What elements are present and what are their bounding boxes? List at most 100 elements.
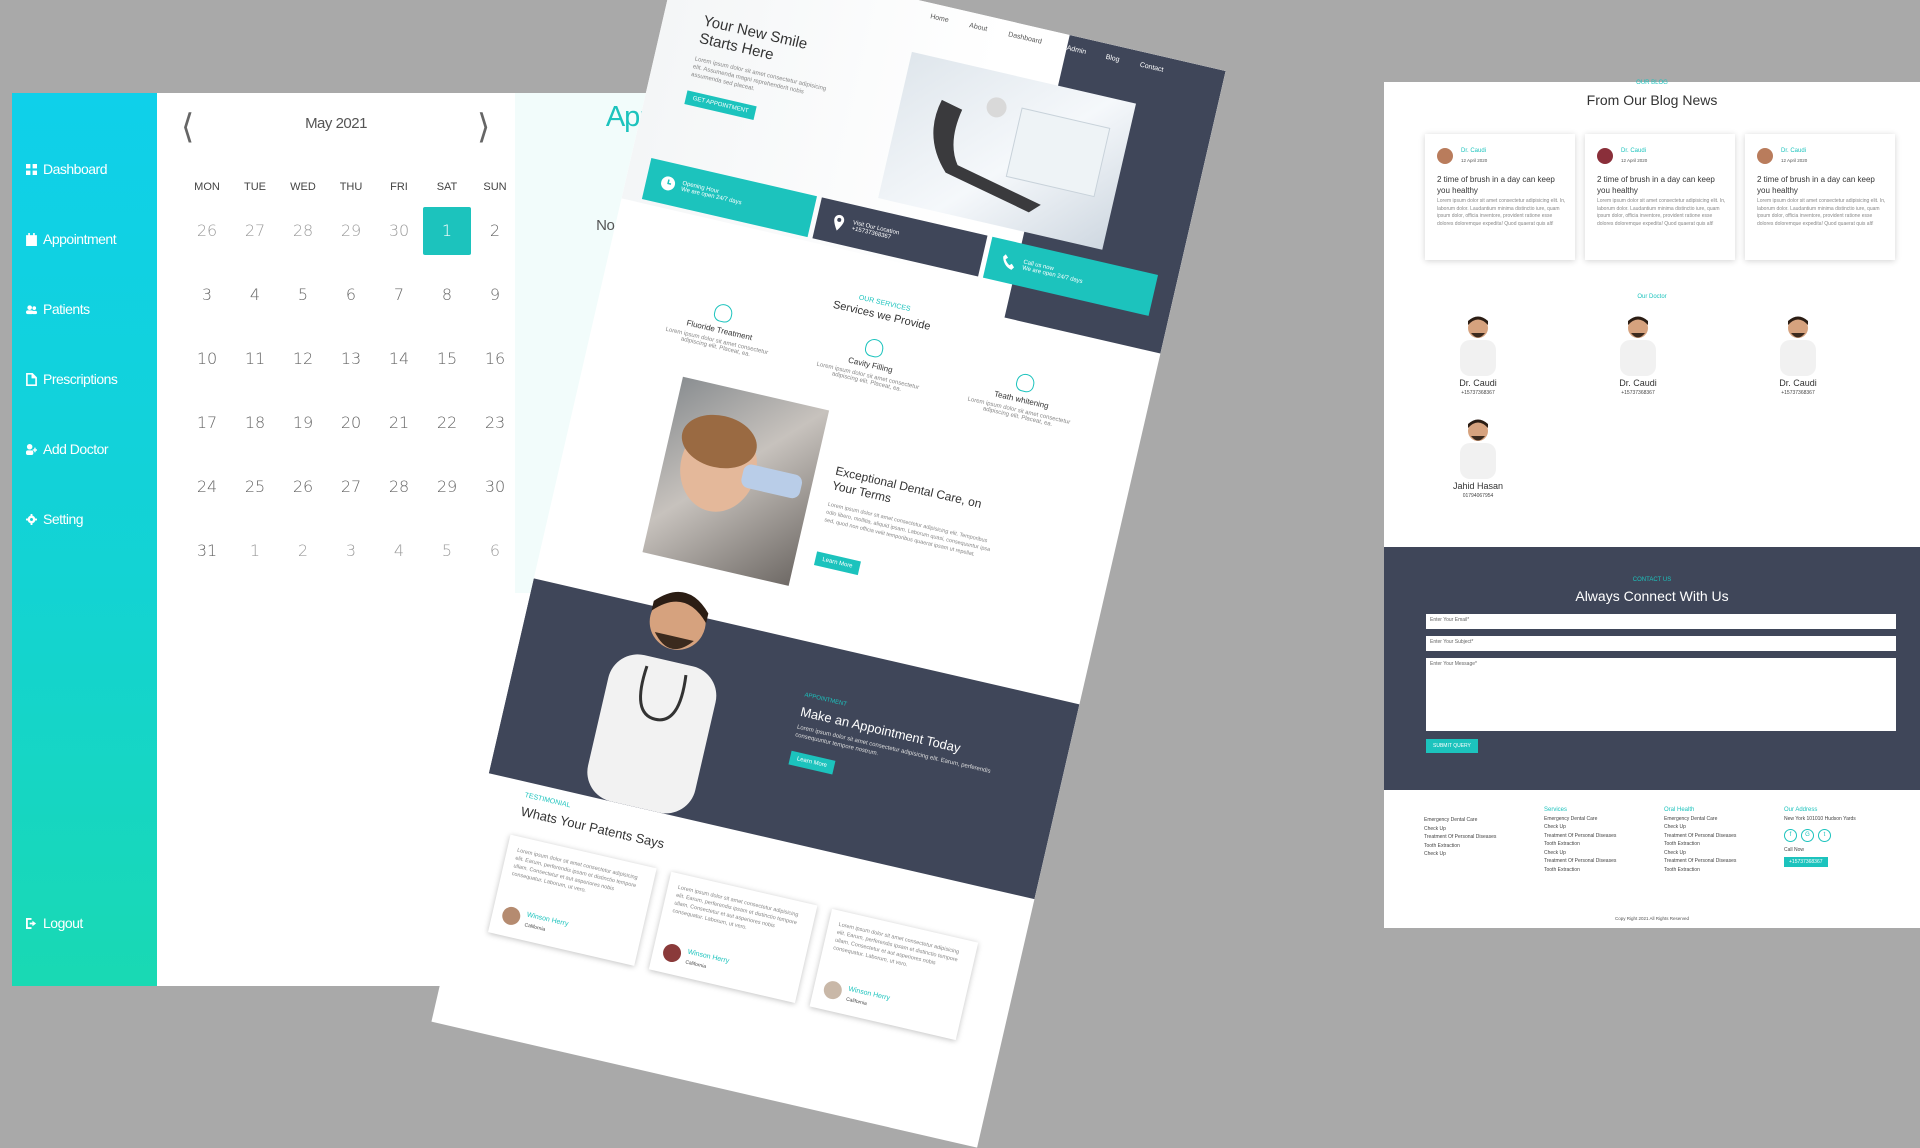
calendar-day[interactable]: 2 bbox=[471, 207, 519, 255]
calendar-day[interactable]: 27 bbox=[231, 207, 279, 255]
blog-post-title: 2 time of brush in a day can keep you he… bbox=[1597, 175, 1715, 195]
testimonial-location: California bbox=[684, 959, 707, 970]
calendar-day[interactable]: 25 bbox=[231, 463, 279, 511]
footer-link[interactable]: Treatment Of Personal Diseases bbox=[1664, 857, 1736, 866]
doctor-card[interactable]: Dr. Caudi +15737368367 bbox=[1748, 312, 1848, 396]
blog-card[interactable]: Dr. Caudi 12 April 2020 2 time of brush … bbox=[1425, 134, 1575, 260]
calendar-day[interactable]: 11 bbox=[231, 335, 279, 383]
sidebar-item-prescriptions[interactable]: Prescriptions bbox=[26, 371, 118, 387]
calendar-day[interactable]: 26 bbox=[183, 207, 231, 255]
calendar-day[interactable]: 4 bbox=[375, 527, 423, 575]
calendar-day[interactable]: 1 bbox=[231, 527, 279, 575]
calendar-day[interactable]: 29 bbox=[423, 463, 471, 511]
calendar-day[interactable]: 28 bbox=[279, 207, 327, 255]
user-plus-icon bbox=[26, 443, 37, 455]
doctor-card[interactable]: Dr. Caudi +15737368367 bbox=[1588, 312, 1688, 396]
footer-link[interactable]: Check Up bbox=[1664, 823, 1736, 832]
calendar-day[interactable]: 22 bbox=[423, 399, 471, 447]
sidebar-item-label: Patients bbox=[43, 301, 90, 317]
footer-link[interactable]: Treatment Of Personal Diseases bbox=[1424, 833, 1496, 842]
footer-link[interactable]: Treatment Of Personal Diseases bbox=[1544, 832, 1616, 841]
calendar-day[interactable]: 13 bbox=[327, 335, 375, 383]
blog-card[interactable]: Dr. Caudi 12 April 2020 2 time of brush … bbox=[1745, 134, 1895, 260]
google-icon[interactable]: G bbox=[1801, 829, 1814, 842]
calendar-day[interactable]: 26 bbox=[279, 463, 327, 511]
calendar-day[interactable]: 16 bbox=[471, 335, 519, 383]
sidebar-item-setting[interactable]: Setting bbox=[26, 511, 84, 527]
footer-link[interactable]: Tooth Extraction bbox=[1664, 866, 1736, 875]
next-month-button[interactable]: ⟩ bbox=[477, 107, 490, 147]
footer-link[interactable]: Tooth Extraction bbox=[1544, 840, 1616, 849]
calendar-day[interactable]: 17 bbox=[183, 399, 231, 447]
calendar-day[interactable]: 2 bbox=[279, 527, 327, 575]
calendar-icon bbox=[26, 232, 37, 246]
subject-field[interactable]: Enter Your Subject* bbox=[1426, 636, 1896, 651]
calendar-day[interactable]: 6 bbox=[327, 271, 375, 319]
footer-link[interactable]: Check Up bbox=[1544, 823, 1616, 832]
calendar-day[interactable]: 28 bbox=[375, 463, 423, 511]
blog-author: Dr. Caudi bbox=[1781, 148, 1807, 154]
site-preview-panel: OUR BLOG From Our Blog News Dr. Caudi 12… bbox=[1384, 80, 1920, 928]
calendar-day[interactable]: 19 bbox=[279, 399, 327, 447]
sidebar: Dashboard Appointment Patients Prescript… bbox=[12, 93, 157, 986]
calendar-day[interactable]: 20 bbox=[327, 399, 375, 447]
service-card: Teath whitening Lorem ipsum dolor sit am… bbox=[953, 360, 1090, 435]
submit-query-button[interactable]: SUBMIT QUERY bbox=[1426, 739, 1478, 753]
email-field[interactable]: Enter Your Email* bbox=[1426, 614, 1896, 629]
calendar-day[interactable]: 27 bbox=[327, 463, 375, 511]
calendar-day[interactable]: 12 bbox=[279, 335, 327, 383]
calendar-day[interactable]: 31 bbox=[183, 527, 231, 575]
calendar-day[interactable]: 5 bbox=[279, 271, 327, 319]
footer-link[interactable]: Tooth Extraction bbox=[1424, 842, 1496, 851]
footer-link[interactable]: Emergency Dental Care bbox=[1424, 816, 1496, 825]
calendar-day[interactable]: 10 bbox=[183, 335, 231, 383]
footer-link[interactable]: Tooth Extraction bbox=[1544, 866, 1616, 875]
calendar-day[interactable]: 6 bbox=[471, 527, 519, 575]
calendar-day[interactable]: 7 bbox=[375, 271, 423, 319]
calendar-day[interactable]: 8 bbox=[423, 271, 471, 319]
calendar-day[interactable]: 4 bbox=[231, 271, 279, 319]
blog-title: From Our Blog News bbox=[1586, 92, 1718, 108]
doctor-card[interactable]: Jahid Hasan 01794067954 bbox=[1428, 415, 1528, 499]
calendar-day[interactable]: 30 bbox=[471, 463, 519, 511]
sidebar-item-dashboard[interactable]: Dashboard bbox=[26, 161, 108, 177]
sidebar-item-appointment[interactable]: Appointment bbox=[26, 231, 117, 247]
feature-learn-more-button[interactable]: Learn More bbox=[813, 551, 861, 576]
blog-date: 12 April 2020 bbox=[1621, 158, 1648, 163]
calendar-day[interactable]: 15 bbox=[423, 335, 471, 383]
calendar-day[interactable]: 3 bbox=[183, 271, 231, 319]
calendar-day[interactable]: 23 bbox=[471, 399, 519, 447]
sidebar-item-patients[interactable]: Patients bbox=[26, 301, 90, 317]
logout-label: Logout bbox=[43, 915, 83, 931]
footer-link[interactable]: Treatment Of Personal Diseases bbox=[1664, 832, 1736, 841]
twitter-icon[interactable]: t bbox=[1818, 829, 1831, 842]
calendar-day[interactable]: 21 bbox=[375, 399, 423, 447]
doctor-card[interactable]: Dr. Caudi +15737368367 bbox=[1428, 312, 1528, 396]
contact-title: Always Connect With Us bbox=[1575, 588, 1729, 604]
blog-card[interactable]: Dr. Caudi 12 April 2020 2 time of brush … bbox=[1585, 134, 1735, 260]
message-field[interactable]: Enter Your Message* bbox=[1426, 658, 1896, 731]
footer-link[interactable]: Check Up bbox=[1424, 850, 1496, 859]
footer-link[interactable]: Check Up bbox=[1424, 825, 1496, 834]
calendar-day[interactable]: 24 bbox=[183, 463, 231, 511]
calendar-day[interactable]: 9 bbox=[471, 271, 519, 319]
logout-button[interactable]: Logout bbox=[26, 915, 83, 931]
footer-link[interactable]: Check Up bbox=[1544, 849, 1616, 858]
calendar-day[interactable]: 30 bbox=[375, 207, 423, 255]
footer-link[interactable]: Emergency Dental Care bbox=[1544, 815, 1616, 824]
blog-date: 12 April 2020 bbox=[1781, 158, 1808, 163]
calendar-day[interactable]: 1 bbox=[423, 207, 471, 255]
sidebar-item-add-doctor[interactable]: Add Doctor bbox=[26, 441, 109, 457]
blog-post-title: 2 time of brush in a day can keep you he… bbox=[1437, 175, 1555, 195]
call-number-button[interactable]: +15737368367 bbox=[1784, 856, 1828, 867]
footer-link[interactable]: Check Up bbox=[1664, 849, 1736, 858]
calendar-day[interactable]: 18 bbox=[231, 399, 279, 447]
calendar-day[interactable]: 29 bbox=[327, 207, 375, 255]
footer-link[interactable]: Tooth Extraction bbox=[1664, 840, 1736, 849]
footer-link[interactable]: Emergency Dental Care bbox=[1664, 815, 1736, 824]
calendar-day[interactable]: 5 bbox=[423, 527, 471, 575]
calendar-day[interactable]: 14 bbox=[375, 335, 423, 383]
facebook-icon[interactable]: f bbox=[1784, 829, 1797, 842]
footer-link[interactable]: Treatment Of Personal Diseases bbox=[1544, 857, 1616, 866]
calendar-day[interactable]: 3 bbox=[327, 527, 375, 575]
